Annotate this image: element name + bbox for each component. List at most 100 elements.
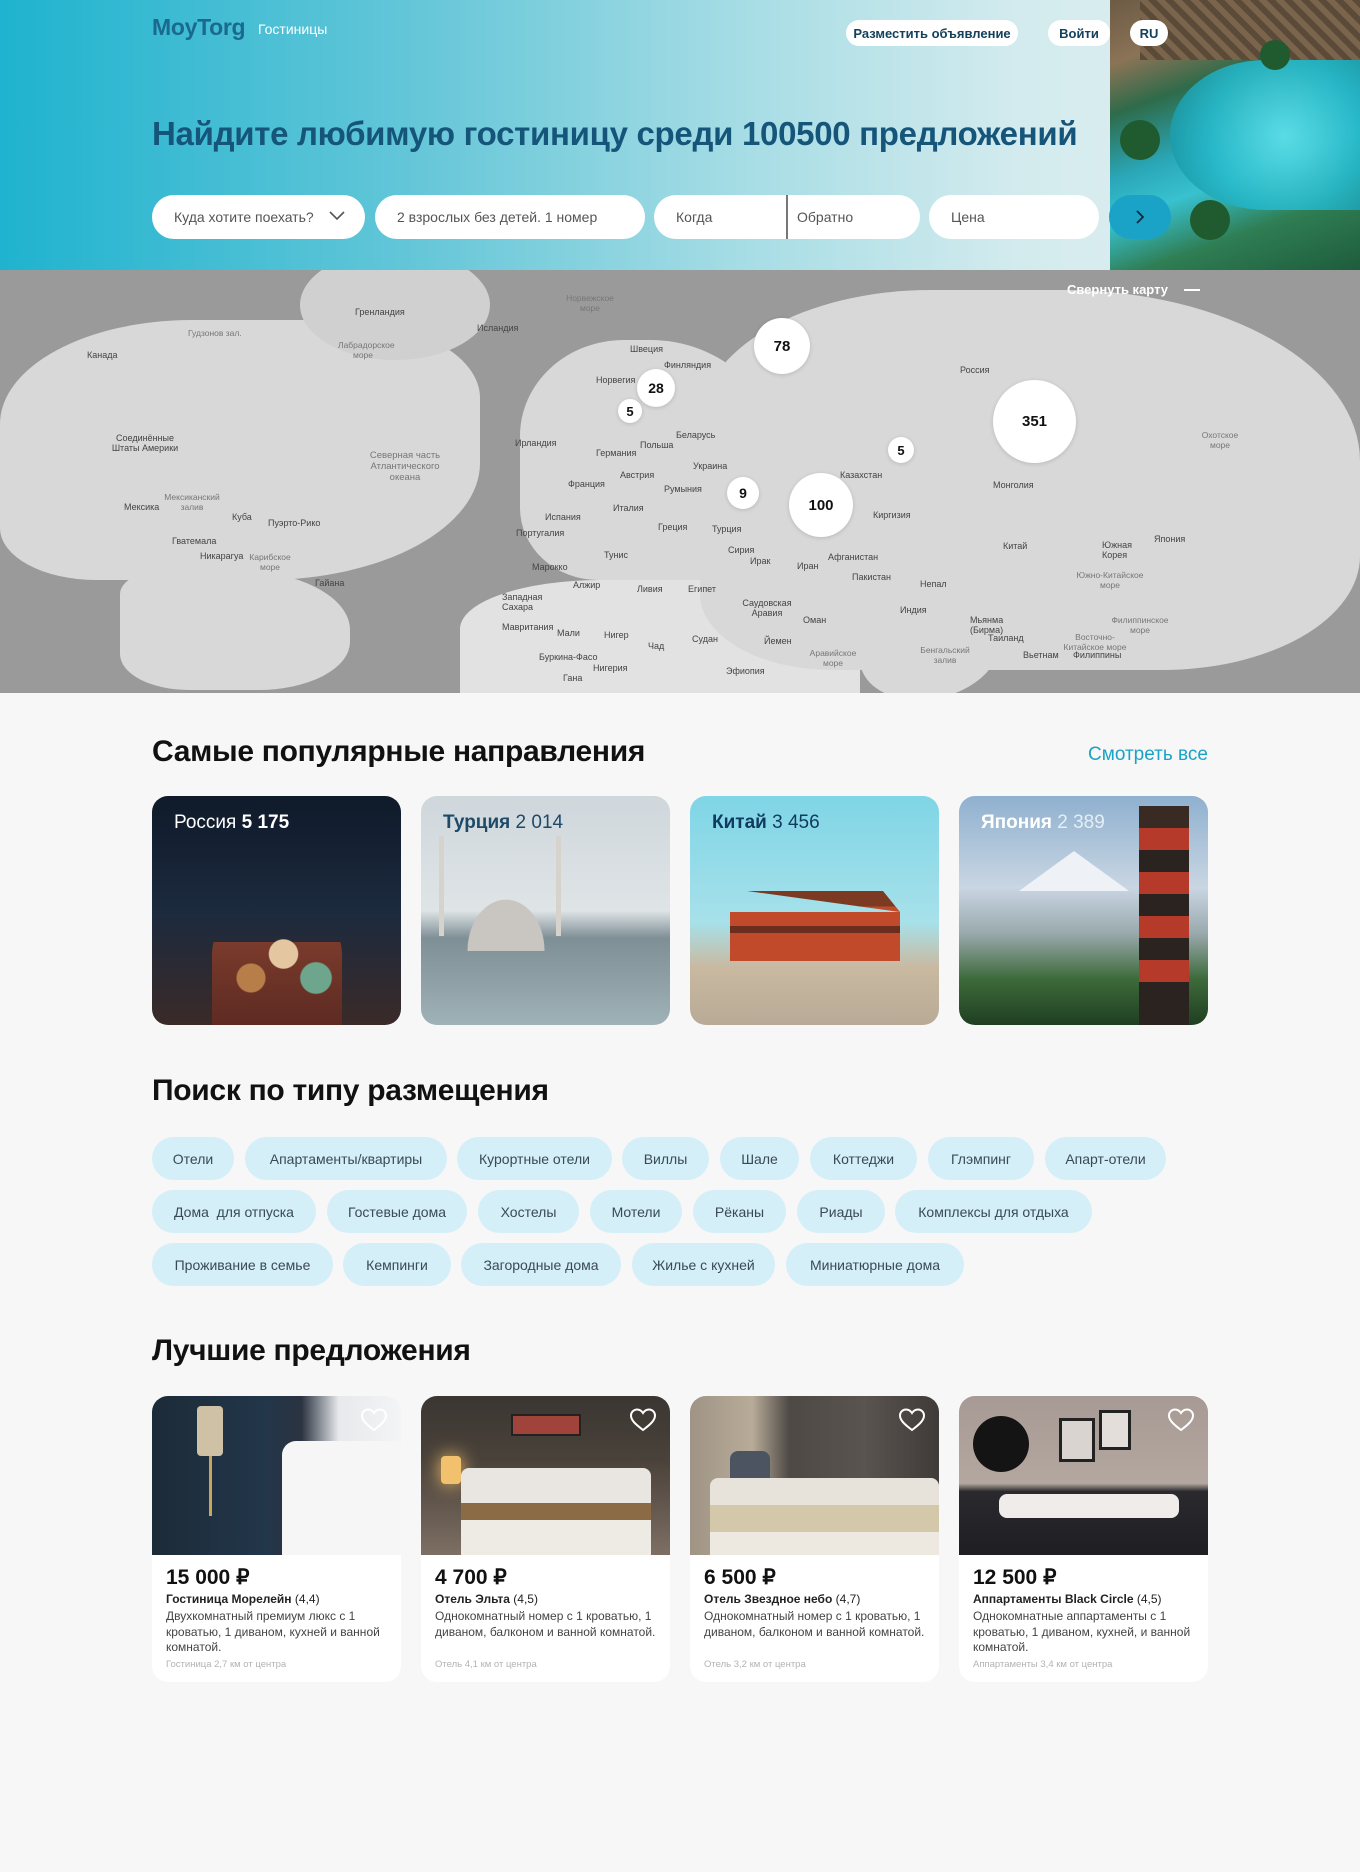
offer-price: 12 500 ₽	[973, 1566, 1057, 1589]
offer-name[interactable]: Аппартаменты Black Circle	[973, 1592, 1134, 1606]
map-label: Финляндия	[664, 360, 712, 370]
destination-card[interactable]: Япония 2 389	[959, 796, 1208, 1025]
logo-subtitle[interactable]: Гостиницы	[258, 21, 327, 37]
offer-card[interactable]: 6 500 ₽ Отель Звездное небо (4,7) Одноко…	[690, 1396, 939, 1682]
map-label: Бенгальский залив	[920, 645, 970, 665]
type-chip[interactable]: Жилье с кухней	[632, 1243, 775, 1286]
map-label: Чад	[648, 641, 665, 651]
offer-description: Однокомнатный номер с 1 кроватью, 1 дива…	[435, 1609, 656, 1639]
offer-name[interactable]: Гостиница Морелейн	[166, 1592, 292, 1606]
offer-name[interactable]: Отель Эльта	[435, 1592, 510, 1606]
see-all-link[interactable]: Смотреть все	[1088, 744, 1208, 766]
heart-icon[interactable]	[899, 1408, 925, 1432]
map-marker[interactable]: 5	[888, 437, 914, 463]
cathedral-image	[212, 906, 342, 1025]
map-marker[interactable]: 78	[754, 318, 810, 374]
type-chip[interactable]: Кемпинги	[343, 1243, 451, 1286]
country-count: 3 456	[772, 812, 820, 833]
offer-card[interactable]: 4 700 ₽ Отель Эльта (4,5) Однокомнатный …	[421, 1396, 670, 1682]
login-button[interactable]: Войти	[1048, 20, 1110, 46]
type-chip[interactable]: Проживание в семье	[152, 1243, 333, 1286]
type-chip[interactable]: Глэмпинг	[928, 1137, 1034, 1180]
offer-rating: (4,4)	[294, 1592, 320, 1606]
map-label: Италия	[613, 503, 644, 513]
destination-card[interactable]: Китай 3 456	[690, 796, 939, 1025]
type-chip[interactable]: Загородные дома	[461, 1243, 621, 1286]
search-button[interactable]	[1109, 195, 1171, 239]
type-chip[interactable]: Апартаменты/квартиры	[245, 1137, 447, 1180]
map-label: Южно-Китайское море	[1076, 570, 1144, 590]
logo[interactable]: MoyTorg	[152, 14, 246, 41]
world-map[interactable]: Гренландия Исландия Канада Соединённые Ш…	[0, 270, 1360, 693]
palm-tree	[1260, 40, 1290, 70]
collapse-map-button[interactable]: Свернуть карту	[1067, 282, 1200, 297]
checkout-field[interactable]: Обратно	[797, 209, 853, 225]
page-title: Найдите любимую гостиницу среди 100500 п…	[152, 115, 1078, 152]
type-chip[interactable]: Виллы	[622, 1137, 709, 1180]
language-button[interactable]: RU	[1130, 20, 1168, 46]
type-chip[interactable]: Миниатюрные дома	[786, 1243, 964, 1286]
resort-pool	[1170, 60, 1360, 210]
offer-price: 4 700 ₽	[435, 1566, 507, 1589]
map-label: Мьянма (Бирма)	[970, 615, 1004, 635]
guests-field[interactable]: 2 взрослых без детей. 1 номер	[375, 195, 645, 239]
lamp-stand	[209, 1456, 212, 1516]
map-marker[interactable]: 351	[993, 380, 1076, 463]
offer-rating: (4,5)	[1136, 1592, 1162, 1606]
map-label: Карибское море	[249, 552, 291, 572]
type-chip[interactable]: Мотели	[590, 1190, 682, 1233]
offer-distance: Аппартаменты 3,4 км от центра	[973, 1659, 1113, 1670]
map-label: Афганистан	[828, 552, 879, 562]
map-label: Гана	[563, 673, 583, 683]
map-label: Румыния	[664, 484, 702, 494]
map-label: Непал	[920, 579, 947, 589]
map-label: Саудовская Аравия	[742, 598, 792, 618]
chevron-down-icon	[329, 211, 345, 221]
type-chip[interactable]: Коттеджи	[810, 1137, 917, 1180]
country-count: 2 014	[515, 812, 564, 833]
type-chip[interactable]: Риады	[797, 1190, 885, 1233]
map-label: Оман	[803, 615, 827, 625]
pillows	[999, 1494, 1179, 1518]
offers-title: Лучшие предложения	[152, 1334, 471, 1367]
type-chip[interactable]: Комплексы для отдыха	[895, 1190, 1092, 1233]
country-name: Турция	[443, 812, 511, 833]
map-label: Германия	[596, 448, 637, 458]
type-chip[interactable]: Гостевые дома	[327, 1190, 467, 1233]
type-chip[interactable]: Курортные отели	[457, 1137, 612, 1180]
offer-rating: (4,5)	[513, 1592, 538, 1606]
type-chip[interactable]: Дома для отпуска	[152, 1190, 316, 1233]
post-ad-button[interactable]: Разместить объявление	[846, 20, 1018, 46]
arrow-right-icon	[1136, 210, 1145, 224]
map-label: Беларусь	[676, 430, 716, 440]
map-label: Марокко	[532, 562, 568, 572]
map-marker[interactable]: 9	[727, 477, 759, 509]
map-marker[interactable]: 5	[618, 399, 642, 423]
offer-name[interactable]: Отель Звездное небо	[704, 1592, 832, 1606]
map-marker[interactable]: 100	[789, 473, 853, 537]
price-field[interactable]: Цена	[929, 195, 1099, 239]
map-marker[interactable]: 28	[637, 369, 675, 407]
checkin-field[interactable]: Когда	[676, 209, 712, 225]
heart-icon[interactable]	[1168, 1408, 1194, 1432]
map-label: Южная Корея	[1102, 540, 1132, 560]
map-label: Монголия	[993, 480, 1034, 490]
map-label: Мали	[557, 628, 580, 638]
type-chip[interactable]: Хостелы	[478, 1190, 579, 1233]
map-label: Гудзонов зал.	[188, 328, 242, 338]
offer-card[interactable]: 15 000 ₽ Гостиница Морелейн (4,4) Двухко…	[152, 1396, 401, 1682]
heart-icon[interactable]	[630, 1408, 656, 1432]
map-label: Вьетнам	[1023, 650, 1059, 660]
destination-select[interactable]: Куда хотите поехать?	[152, 195, 365, 239]
destination-card[interactable]: Турция 2 014	[421, 796, 670, 1025]
map-label: Норвежское море	[566, 293, 614, 313]
map-label: Сирия	[728, 545, 755, 555]
offer-card[interactable]: 12 500 ₽ Аппартаменты Black Circle (4,5)…	[959, 1396, 1208, 1682]
destination-card[interactable]: Россия 5 175	[152, 796, 401, 1025]
guests-value: 2 взрослых без детей. 1 номер	[397, 209, 598, 225]
type-chip[interactable]: Апарт-отели	[1045, 1137, 1166, 1180]
type-chip[interactable]: Отели	[152, 1137, 234, 1180]
heart-icon[interactable]	[361, 1408, 387, 1432]
type-chip[interactable]: Шале	[720, 1137, 799, 1180]
type-chip[interactable]: Рёканы	[693, 1190, 786, 1233]
